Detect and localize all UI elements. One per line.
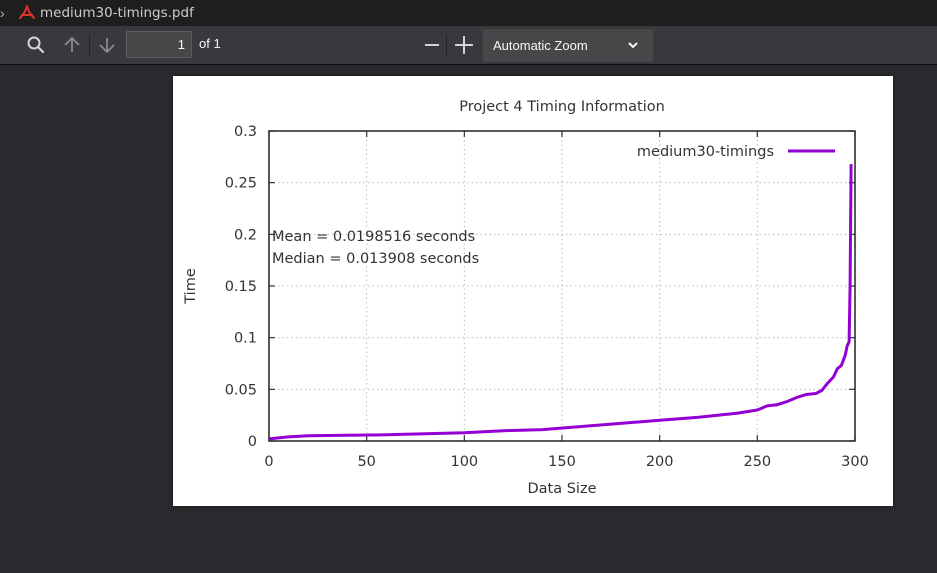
y-tick-label: 0.15 xyxy=(225,279,257,295)
y-tick-label: 0.1 xyxy=(234,331,257,347)
y-tick-label: 0.25 xyxy=(225,176,257,192)
x-tick-label: 0 xyxy=(264,454,273,470)
x-tick-label: 50 xyxy=(357,454,375,470)
chevron-down-icon xyxy=(628,42,638,49)
tab-bar: › medium30-timings.pdf xyxy=(0,0,937,26)
next-page-button[interactable] xyxy=(93,31,121,59)
minus-icon xyxy=(425,44,439,46)
zoom-select[interactable]: Automatic Zoom xyxy=(483,29,653,62)
search-icon xyxy=(27,36,45,54)
legend-label: medium30-timings xyxy=(637,144,774,160)
timing-chart: Project 4 Timing Information 0 50 100 150 20… xyxy=(183,99,869,497)
toolbar-separator xyxy=(89,34,90,56)
previous-page-button[interactable] xyxy=(58,31,86,59)
annotation-mean: Mean = 0.0198516 seconds xyxy=(272,229,475,245)
y-tick-label: 0 xyxy=(248,434,257,450)
pdf-icon xyxy=(19,5,35,19)
plus-icon xyxy=(455,36,473,54)
series-line-medium30-timings xyxy=(268,164,853,441)
x-tick-label: 150 xyxy=(548,454,576,470)
chevron-right-icon[interactable]: › xyxy=(0,5,12,21)
toolbar-separator xyxy=(446,34,447,56)
y-tick-label: 0.3 xyxy=(234,124,257,140)
page-number-input[interactable]: 1 xyxy=(126,31,192,58)
annotation-median: Median = 0.013908 seconds xyxy=(272,251,479,267)
arrow-down-icon xyxy=(99,38,115,54)
arrow-up-icon xyxy=(64,36,80,52)
zoom-value: Automatic Zoom xyxy=(493,38,588,53)
y-tick-label: 0.2 xyxy=(234,227,257,243)
axis-ticks: 0 50 100 150 200 250 300 0 0.05 0.1 0.15 0.2 0.25 0.3 xyxy=(225,124,869,470)
x-tick-label: 300 xyxy=(841,454,869,470)
chart-title: Project 4 Timing Information xyxy=(459,99,665,115)
y-tick-label: 0.05 xyxy=(225,382,257,398)
x-axis-label: Data Size xyxy=(528,481,597,497)
pdf-page: Project 4 Timing Information 0 50 100 150 20… xyxy=(173,76,893,506)
series-layer xyxy=(268,164,853,441)
zoom-out-button[interactable] xyxy=(418,31,446,59)
zoom-in-button[interactable] xyxy=(450,31,478,59)
x-tick-label: 250 xyxy=(743,454,771,470)
tab-title[interactable]: medium30-timings.pdf xyxy=(40,5,194,21)
pdf-toolbar: 1 of 1 Automatic Zoom xyxy=(0,26,937,65)
page-count-label: of 1 xyxy=(199,36,221,51)
y-axis-label: Time xyxy=(183,268,199,305)
x-tick-label: 100 xyxy=(450,454,478,470)
x-tick-label: 200 xyxy=(646,454,674,470)
grid-lines xyxy=(269,131,855,441)
search-button[interactable] xyxy=(22,31,50,59)
